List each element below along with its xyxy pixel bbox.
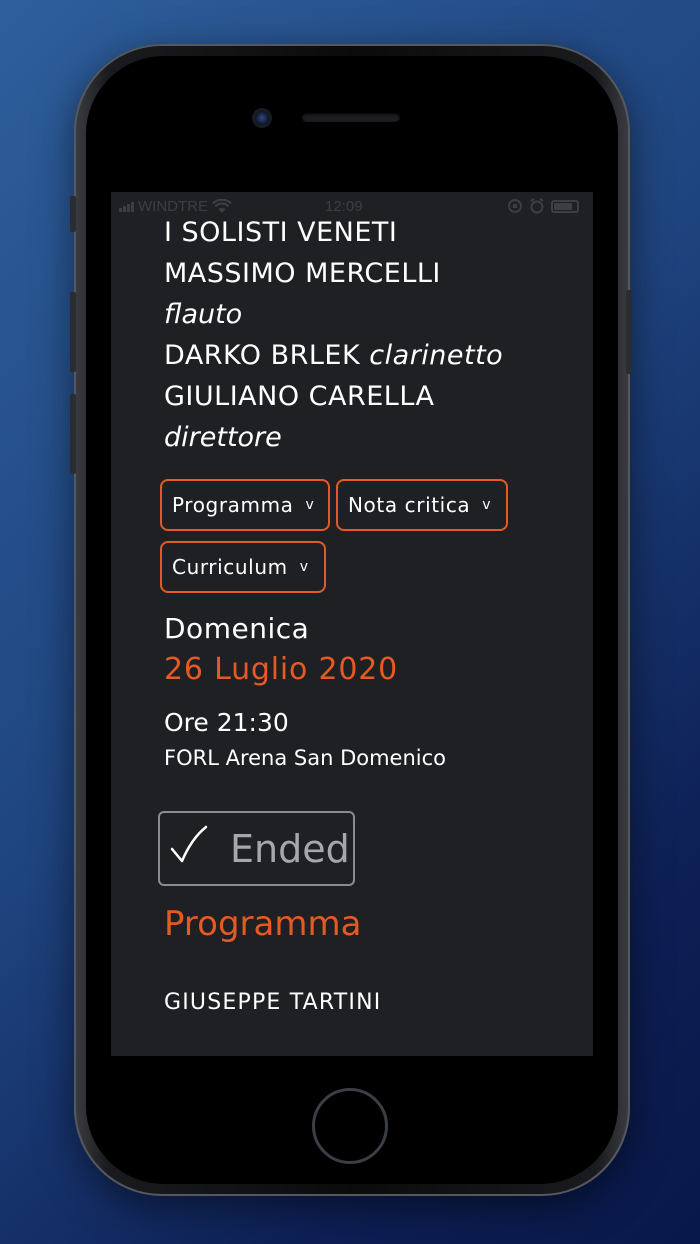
silent-switch (70, 196, 76, 232)
performer-line: DARKO BRLEK clarinetto (164, 335, 584, 376)
performer-role: clarinetto (369, 340, 504, 371)
volume-down-button (70, 394, 76, 474)
event-time: Ore 21:30 (164, 708, 289, 737)
performers-list: I SOLISTI VENETI MASSIMO MERCELLI flauto… (164, 212, 584, 458)
battery-icon (551, 199, 579, 213)
signal-icon (119, 201, 134, 212)
performer-role: direttore (164, 422, 282, 453)
performer-name: GIULIANO CARELLA (164, 381, 435, 412)
performer-name: I SOLISTI VENETI (164, 217, 398, 248)
toggle-curriculum[interactable]: Curriculum v (160, 541, 326, 593)
status-label: Ended (230, 827, 350, 871)
toggle-programma[interactable]: Programma v (160, 479, 330, 531)
app-screen: WINDTRE 12:09 I SOLISTI VENETI MASSIMO M… (111, 192, 593, 1056)
performer-line: MASSIMO MERCELLI (164, 253, 584, 294)
performer-role: flauto (164, 299, 243, 330)
toggle-label: Nota critica (348, 493, 471, 517)
toggle-label: Curriculum (172, 555, 288, 579)
performer-line: I SOLISTI VENETI (164, 212, 584, 253)
chevron-down-icon: v (299, 559, 309, 575)
composer-name: GIUSEPPE TARTINI (164, 990, 382, 1015)
volume-up-button (70, 292, 76, 372)
event-venue: FORL Arena San Domenico (164, 746, 447, 770)
earpiece-speaker (302, 113, 400, 122)
event-status-badge: Ended (158, 811, 355, 886)
performer-name: DARKO BRLEK (164, 340, 361, 371)
chevron-down-icon: v (482, 497, 492, 513)
chevron-down-icon: v (305, 497, 315, 513)
event-date: 26 Luglio 2020 (164, 652, 399, 687)
performer-name: MASSIMO MERCELLI (164, 258, 441, 289)
power-button (626, 290, 632, 374)
home-button[interactable] (312, 1088, 388, 1164)
checkmark-icon (170, 825, 208, 863)
toggle-nota-critica[interactable]: Nota critica v (336, 479, 508, 531)
front-camera (252, 108, 272, 128)
program-heading: Programma (164, 904, 362, 944)
performer-line: GIULIANO CARELLA (164, 376, 584, 417)
toggle-label: Programma (172, 493, 294, 517)
event-weekday: Domenica (164, 612, 310, 645)
